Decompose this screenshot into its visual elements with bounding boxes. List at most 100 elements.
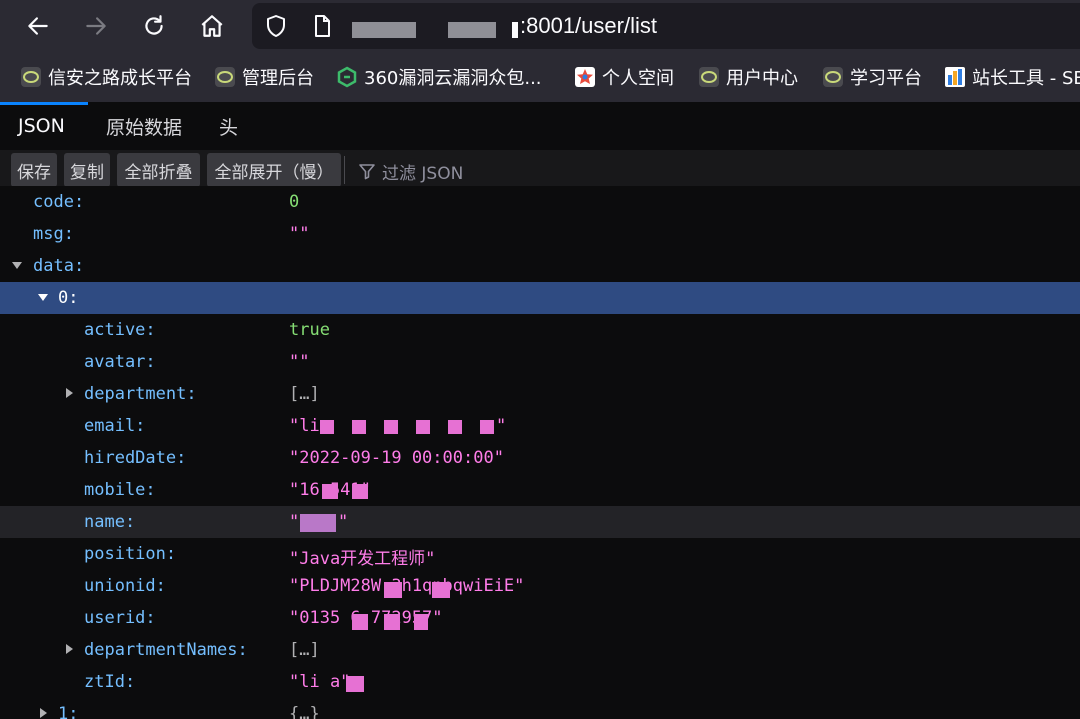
- json-key: position:: [84, 544, 177, 564]
- json-value: "PLDJM28W 3h1qnbqwiEiE": [289, 576, 525, 596]
- json-key: departmentNames:: [84, 640, 248, 660]
- bookmark-item[interactable]: 信安之路成长平台: [20, 62, 192, 92]
- json-row[interactable]: departmentNames: […]: [0, 634, 1080, 666]
- redaction-mask: [432, 582, 450, 598]
- save-button[interactable]: 保存: [11, 153, 57, 187]
- json-key: avatar:: [84, 352, 156, 372]
- json-key: msg:: [33, 224, 74, 244]
- redaction-mask: [346, 676, 364, 692]
- 360-logo-icon: [337, 66, 357, 88]
- shield-icon[interactable]: [264, 14, 288, 38]
- json-row[interactable]: unionid: "PLDJM28W 3h1qnbqwiEiE": [0, 570, 1080, 602]
- home-button[interactable]: [192, 6, 232, 46]
- bookmark-item[interactable]: 学习平台: [822, 62, 922, 92]
- url-redaction: [448, 22, 496, 38]
- json-value-tail: ": [338, 512, 349, 532]
- json-toolbar: 保存 复制 全部折叠 全部展开（慢） 过滤 JSON: [0, 150, 1080, 191]
- reload-icon: [145, 15, 163, 35]
- json-value: true: [289, 320, 330, 340]
- url-bar[interactable]: :8001/user/list: [252, 3, 1080, 49]
- chart-logo-icon: [945, 67, 965, 87]
- url-text: :8001/user/list: [520, 13, 657, 38]
- json-key: department:: [84, 384, 197, 404]
- expand-toggle-icon[interactable]: [38, 294, 48, 301]
- bookmark-item[interactable]: 用户中心: [698, 62, 798, 92]
- forward-button[interactable]: [76, 6, 116, 46]
- redaction-mask: [416, 420, 430, 434]
- json-row[interactable]: 1: {…}: [0, 698, 1080, 719]
- redaction-mask: [480, 420, 494, 434]
- json-value: "Java开发工程师": [289, 549, 436, 569]
- bookmark-label: 站长工具 - SE: [972, 68, 1080, 89]
- expand-all-button[interactable]: 全部展开（慢）: [207, 153, 341, 187]
- json-value: "": [289, 352, 310, 372]
- bookmark-label: 管理后台: [242, 68, 314, 89]
- json-key: unionid:: [84, 576, 166, 596]
- json-row[interactable]: msg: "": [0, 218, 1080, 250]
- json-key: mobile:: [84, 480, 156, 500]
- bookmark-item[interactable]: 个人空间: [574, 62, 674, 92]
- redaction-mask: [414, 614, 428, 630]
- json-row[interactable]: position: "Java开发工程师": [0, 538, 1080, 570]
- json-row[interactable]: code: 0: [0, 186, 1080, 218]
- json-key: 0:: [58, 288, 79, 308]
- bookmark-label: 360漏洞云漏洞众包...: [364, 68, 542, 89]
- bookmark-label: 学习平台: [850, 68, 922, 89]
- json-key: userid:: [84, 608, 156, 628]
- json-row[interactable]: email: "li ": [0, 410, 1080, 442]
- json-value: […]: [289, 640, 320, 660]
- json-key: active:: [84, 320, 156, 340]
- collapse-all-button[interactable]: 全部折叠: [117, 153, 200, 187]
- json-row[interactable]: mobile: "16 541": [0, 474, 1080, 506]
- redaction-mask: [352, 614, 368, 630]
- tab-raw-data[interactable]: 原始数据: [106, 102, 182, 150]
- filter-json-input[interactable]: 过滤 JSON: [358, 158, 463, 184]
- arrow-right-icon: [86, 17, 106, 35]
- json-row-selected[interactable]: 0:: [0, 282, 1080, 314]
- json-key: code:: [33, 192, 85, 212]
- bookmark-item[interactable]: 站长工具 - SE: [944, 62, 1080, 92]
- reload-button[interactable]: [134, 6, 174, 46]
- star-logo-icon: [575, 67, 595, 87]
- tab-headers[interactable]: 头: [219, 102, 238, 150]
- circle-globe-icon: [823, 67, 843, 87]
- json-value: "li: [289, 416, 320, 436]
- json-value: ": [289, 512, 300, 532]
- bookmarks-bar: 信安之路成长平台 管理后台 360漏洞云漏洞众包... 个人空间 用户中心 学习…: [0, 52, 1080, 102]
- json-row[interactable]: ztId: "li a": [0, 666, 1080, 698]
- bookmark-item[interactable]: 360漏洞云漏洞众包...: [336, 62, 542, 92]
- json-row[interactable]: active: true: [0, 314, 1080, 346]
- json-key: hiredDate:: [84, 448, 187, 468]
- expand-toggle-icon[interactable]: [40, 708, 47, 718]
- expand-toggle-icon[interactable]: [66, 644, 73, 654]
- viewer-tabs: JSON 原始数据 头: [0, 102, 1080, 151]
- circle-globe-icon: [215, 67, 235, 87]
- redaction-mask: [384, 420, 398, 434]
- copy-button[interactable]: 复制: [64, 153, 110, 187]
- json-key: 1:: [58, 704, 79, 719]
- json-row[interactable]: avatar: "": [0, 346, 1080, 378]
- json-value: "li a": [289, 672, 351, 692]
- json-row-hovered[interactable]: name: " ": [0, 506, 1080, 538]
- redaction-mask: [322, 484, 338, 499]
- expand-toggle-icon[interactable]: [12, 262, 22, 269]
- page-icon[interactable]: [310, 14, 334, 38]
- filter-placeholder: 过滤 JSON: [382, 163, 464, 184]
- redaction-mask: [384, 614, 400, 630]
- json-tree: code: 0 msg: "" data: 0: active: true av…: [0, 186, 1080, 719]
- json-row[interactable]: data:: [0, 250, 1080, 282]
- tab-json[interactable]: JSON: [18, 102, 65, 150]
- json-value: […]: [289, 384, 320, 404]
- redaction-mask: [352, 484, 368, 499]
- back-button[interactable]: [18, 6, 58, 46]
- json-row[interactable]: department: […]: [0, 378, 1080, 410]
- json-row[interactable]: hiredDate: "2022-09-19 00:00:00": [0, 442, 1080, 474]
- json-value: {…}: [289, 704, 320, 719]
- json-value: 0: [289, 192, 300, 212]
- bookmark-item[interactable]: 管理后台: [214, 62, 314, 92]
- json-row[interactable]: userid: "0135 6 772957": [0, 602, 1080, 634]
- redaction-mask: [384, 582, 402, 598]
- json-value: "2022-09-19 00:00:00": [289, 448, 504, 468]
- url-redaction: [352, 22, 416, 38]
- expand-toggle-icon[interactable]: [66, 388, 73, 398]
